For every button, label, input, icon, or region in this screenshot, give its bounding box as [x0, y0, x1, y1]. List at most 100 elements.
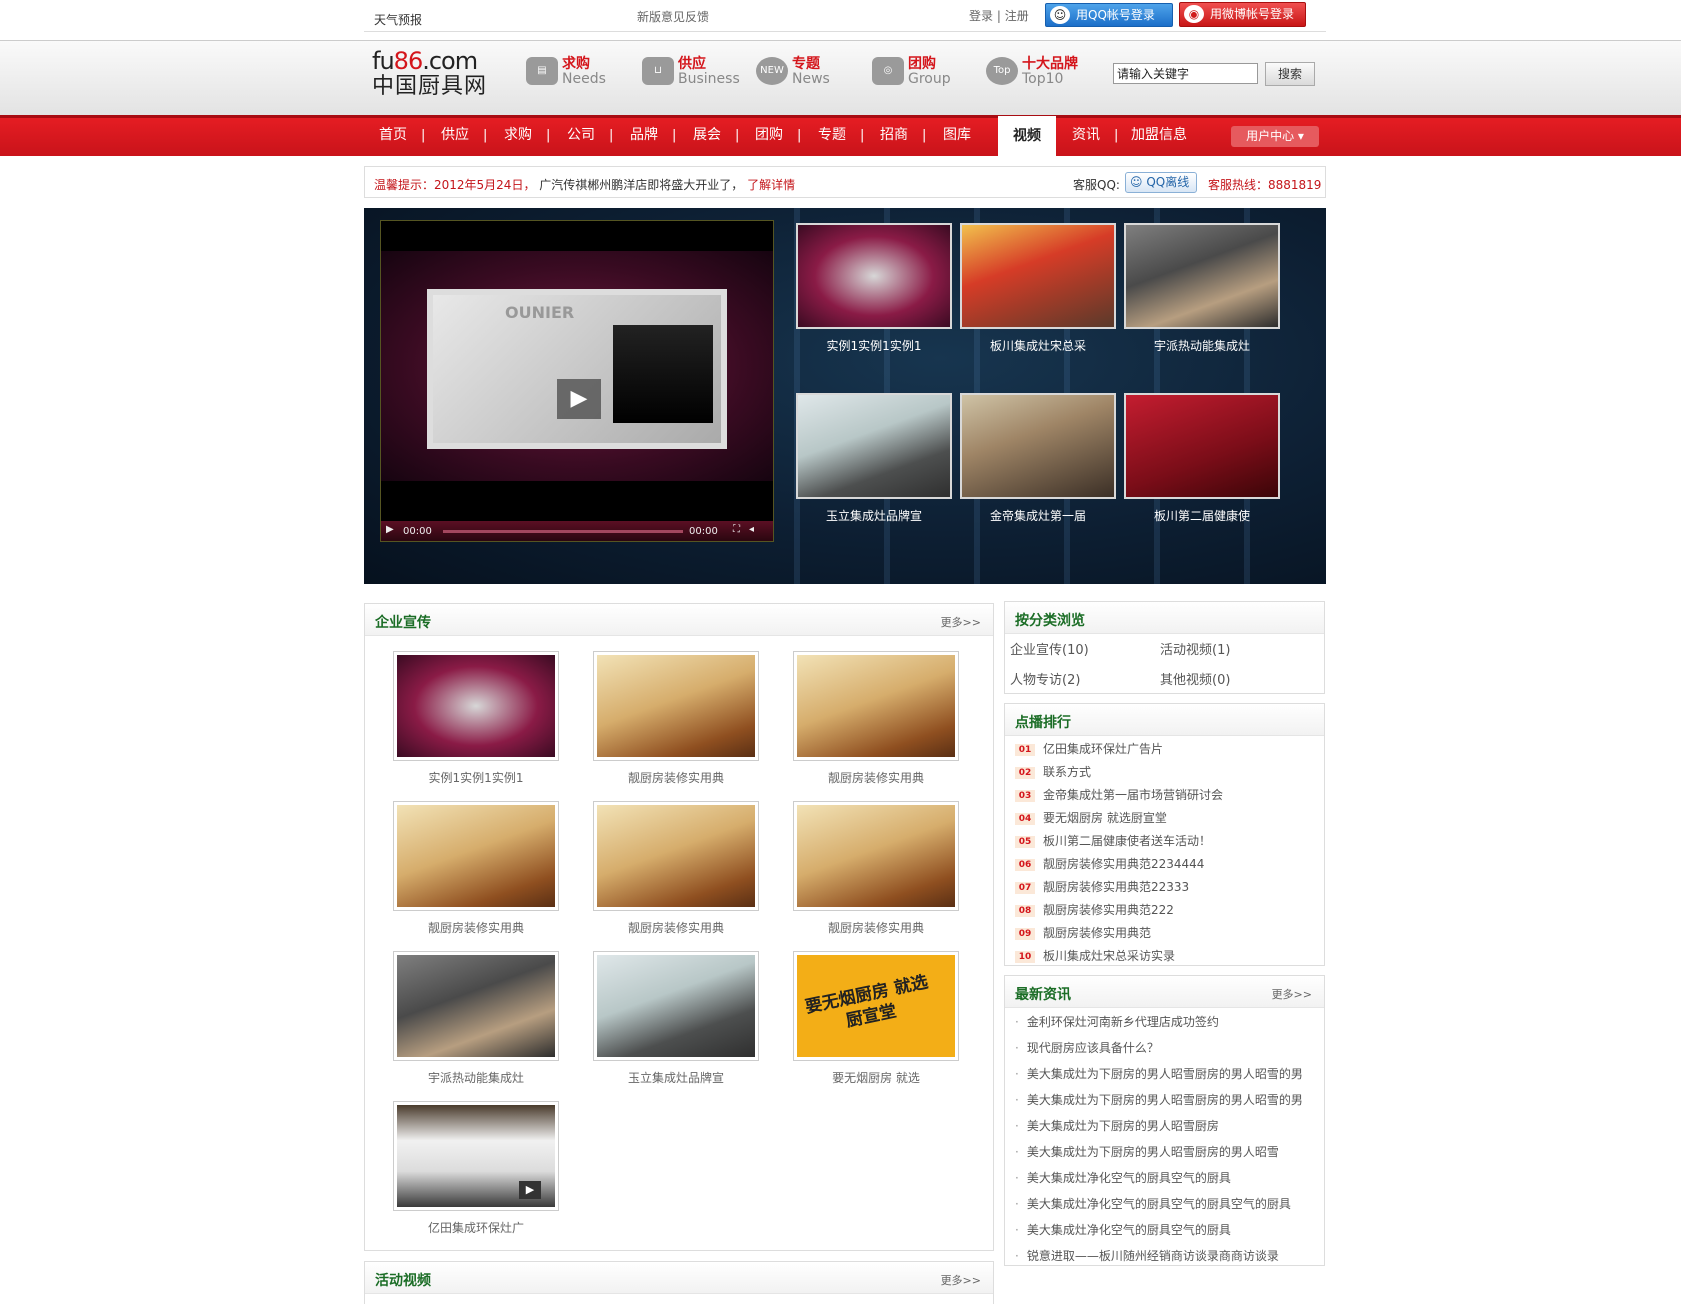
- news-item[interactable]: · 金利环保灶河南新乡代理店成功签约: [1015, 1013, 1219, 1030]
- qq-login-button[interactable]: ☺ 用QQ帐号登录: [1045, 3, 1173, 27]
- nav-separator: |: [1114, 128, 1119, 143]
- featured-thumb[interactable]: 宇派热动能集成灶: [1124, 223, 1280, 354]
- panel-title: 点播排行: [1015, 715, 1071, 731]
- rank-title: 靓厨房装修实用典范: [1043, 926, 1152, 940]
- featured-thumb[interactable]: 板川第二届健康使: [1124, 393, 1280, 524]
- notice-detail-link[interactable]: 了解详情: [747, 178, 795, 192]
- panel-header: 活动视频 更多>>: [365, 1262, 993, 1294]
- category-link[interactable]: 活动视频(1): [1160, 639, 1230, 658]
- qq-offline-button[interactable]: ☺ QQ离线: [1125, 172, 1197, 193]
- featured-thumb[interactable]: 实例1实例1实例1: [796, 223, 952, 354]
- login-link[interactable]: 登录: [969, 9, 993, 23]
- video-item[interactable]: 实例1实例1实例1: [393, 651, 559, 786]
- video-thumbnail: ▶: [393, 1101, 559, 1211]
- search-input[interactable]: [1113, 63, 1258, 84]
- featured-thumb[interactable]: 板川集成灶宋总采: [960, 223, 1116, 354]
- site-logo[interactable]: fu86.com 中国厨具网: [372, 48, 507, 100]
- nav-item[interactable]: 展会: [686, 115, 728, 156]
- ranking-item[interactable]: 02 联系方式: [1015, 763, 1091, 783]
- video-thumbnail: [593, 651, 759, 761]
- play-icon: ▶: [519, 1181, 541, 1199]
- ranking-item[interactable]: 05 板川第二届健康使者送车活动！: [1015, 832, 1211, 852]
- video-item[interactable]: 玉立集成灶品牌宣: [593, 951, 759, 1086]
- news-item[interactable]: · 美大集成灶为下厨房的男人昭雪厨房: [1015, 1117, 1219, 1134]
- bullet-icon: ·: [1015, 1223, 1019, 1237]
- seek-bar[interactable]: [443, 530, 683, 533]
- weibo-login-button[interactable]: ◉ 用微博帐号登录: [1179, 2, 1306, 27]
- category-link[interactable]: 企业宣传(10): [1010, 639, 1089, 658]
- video-caption: 靓厨房装修实用典: [427, 921, 524, 935]
- ranking-item[interactable]: 04 要无烟厨房 就选厨宣堂: [1015, 809, 1167, 829]
- nav-item[interactable]: 品牌: [623, 115, 665, 156]
- nav-item[interactable]: 首页: [372, 115, 414, 156]
- news-item[interactable]: · 美大集成灶为下厨房的男人昭雪厨房的男人昭雪: [1015, 1143, 1279, 1160]
- more-link[interactable]: 更多>>: [941, 614, 981, 630]
- featured-thumb[interactable]: 金帝集成灶第一届: [960, 393, 1116, 524]
- nav-item[interactable]: 视频: [998, 116, 1056, 156]
- more-link[interactable]: 更多>>: [941, 1272, 981, 1288]
- header-link-en: Needs: [562, 71, 606, 87]
- video-thumbnail: [393, 951, 559, 1061]
- ranking-item[interactable]: 03 金帝集成灶第一届市场营销研讨会: [1015, 786, 1223, 806]
- fullscreen-icon[interactable]: ⛶: [733, 524, 740, 535]
- nav-item[interactable]: 图库: [936, 115, 978, 156]
- nav-item[interactable]: 专题: [811, 115, 853, 156]
- user-center-dropdown[interactable]: 用户中心 ▾: [1231, 126, 1319, 147]
- news-item[interactable]: · 锐意进取——板川随州经销商访谈录商商访谈录: [1015, 1247, 1279, 1264]
- video-item[interactable]: 靓厨房装修实用典: [793, 801, 959, 936]
- video-item[interactable]: 要无烟厨房 就选厨宣堂 要无烟厨房 就选: [793, 951, 959, 1086]
- nav-item[interactable]: 供应: [434, 115, 476, 156]
- video-item[interactable]: 靓厨房装修实用典: [393, 801, 559, 936]
- rank-title: 金帝集成灶第一届市场营销研讨会: [1043, 788, 1224, 802]
- header-link-en: Group: [908, 71, 951, 87]
- news-item[interactable]: · 美大集成灶为下厨房的男人昭雪厨房的男人昭雪的男: [1015, 1065, 1303, 1082]
- nav-item[interactable]: 团购: [748, 115, 790, 156]
- news-item[interactable]: · 美大集成灶净化空气的厨具空气的厨具空气的厨具: [1015, 1195, 1291, 1212]
- video-item[interactable]: 靓厨房装修实用典: [593, 801, 759, 936]
- feedback-link[interactable]: 新版意见反馈: [637, 8, 709, 25]
- news-item[interactable]: · 美大集成灶净化空气的厨具空气的厨具: [1015, 1221, 1231, 1238]
- nav-item[interactable]: 公司: [560, 115, 602, 156]
- register-link[interactable]: 注册: [1005, 9, 1029, 23]
- category-link[interactable]: 人物专访(2): [1010, 669, 1080, 688]
- news-item[interactable]: · 美大集成灶净化空气的厨具空气的厨具: [1015, 1169, 1231, 1186]
- player-controls: ▶ 00:00 00:00 ⛶ ◂: [381, 521, 773, 541]
- featured-thumb[interactable]: 玉立集成灶品牌宣: [796, 393, 952, 524]
- bullet-icon: ·: [1015, 1119, 1019, 1133]
- weather-link[interactable]: 天气预报: [374, 11, 422, 28]
- rank-title: 板川第二届健康使者送车活动！: [1043, 834, 1212, 848]
- play-icon[interactable]: ▶: [557, 379, 601, 419]
- video-player[interactable]: OUNIER ▶ ▶ 00:00 00:00 ⛶ ◂: [380, 220, 774, 542]
- ranking-item[interactable]: 10 板川集成灶宋总采访实录: [1015, 947, 1175, 967]
- rank-number: 07: [1015, 881, 1035, 894]
- news-item[interactable]: · 美大集成灶为下厨房的男人昭雪厨房的男人昭雪的男: [1015, 1091, 1303, 1108]
- bullet-icon: ·: [1015, 1197, 1019, 1211]
- featured-video-stage: OUNIER ▶ ▶ 00:00 00:00 ⛶ ◂ 实例1实例1实例1 板川集…: [364, 208, 1326, 584]
- video-item[interactable]: ▶ 亿田集成环保灶广: [393, 1101, 559, 1236]
- nav-item[interactable]: 求购: [497, 115, 539, 156]
- more-link[interactable]: 更多>>: [1272, 986, 1312, 1002]
- news-title: 现代厨房应该具备什么？: [1026, 1041, 1159, 1055]
- nav-item[interactable]: 加盟信息: [1120, 115, 1198, 156]
- video-item[interactable]: 靓厨房装修实用典: [793, 651, 959, 786]
- video-item[interactable]: 靓厨房装修实用典: [593, 651, 759, 786]
- ranking-item[interactable]: 06 靓厨房装修实用典范2234444: [1015, 855, 1204, 875]
- search-button[interactable]: 搜索: [1265, 62, 1315, 86]
- ranking-panel: 点播排行 01 亿田集成环保灶广告片 02 联系方式 03 金帝集成灶第一届市场营销研讨会…: [1004, 703, 1325, 966]
- ranking-item[interactable]: 07 靓厨房装修实用典范22333: [1015, 878, 1189, 898]
- header-link-cn: 供应: [678, 56, 706, 72]
- thumb-image: [796, 223, 952, 329]
- rank-number: 04: [1015, 812, 1035, 825]
- volume-icon[interactable]: ◂: [749, 524, 754, 535]
- ranking-item[interactable]: 01 亿田集成环保灶广告片: [1015, 740, 1163, 760]
- thumb-image: [1124, 393, 1280, 499]
- news-item[interactable]: · 现代厨房应该具备什么？: [1015, 1039, 1159, 1056]
- main-nav: 首页 | 供应 | 求购 | 公司 | 品牌 | 展会 | 团购 | 专题 | 招商 | 图库 视频 资讯 | 加盟信息 用…: [364, 115, 1326, 156]
- ranking-item[interactable]: 09 靓厨房装修实用典范: [1015, 924, 1151, 944]
- ranking-item[interactable]: 08 靓厨房装修实用典范222: [1015, 901, 1174, 921]
- video-item[interactable]: 宇派热动能集成灶: [393, 951, 559, 1086]
- small-play-icon[interactable]: ▶: [386, 524, 394, 535]
- nav-item[interactable]: 招商: [873, 115, 915, 156]
- nav-item[interactable]: 资讯: [1065, 115, 1107, 156]
- category-link[interactable]: 其他视频(0): [1160, 669, 1230, 688]
